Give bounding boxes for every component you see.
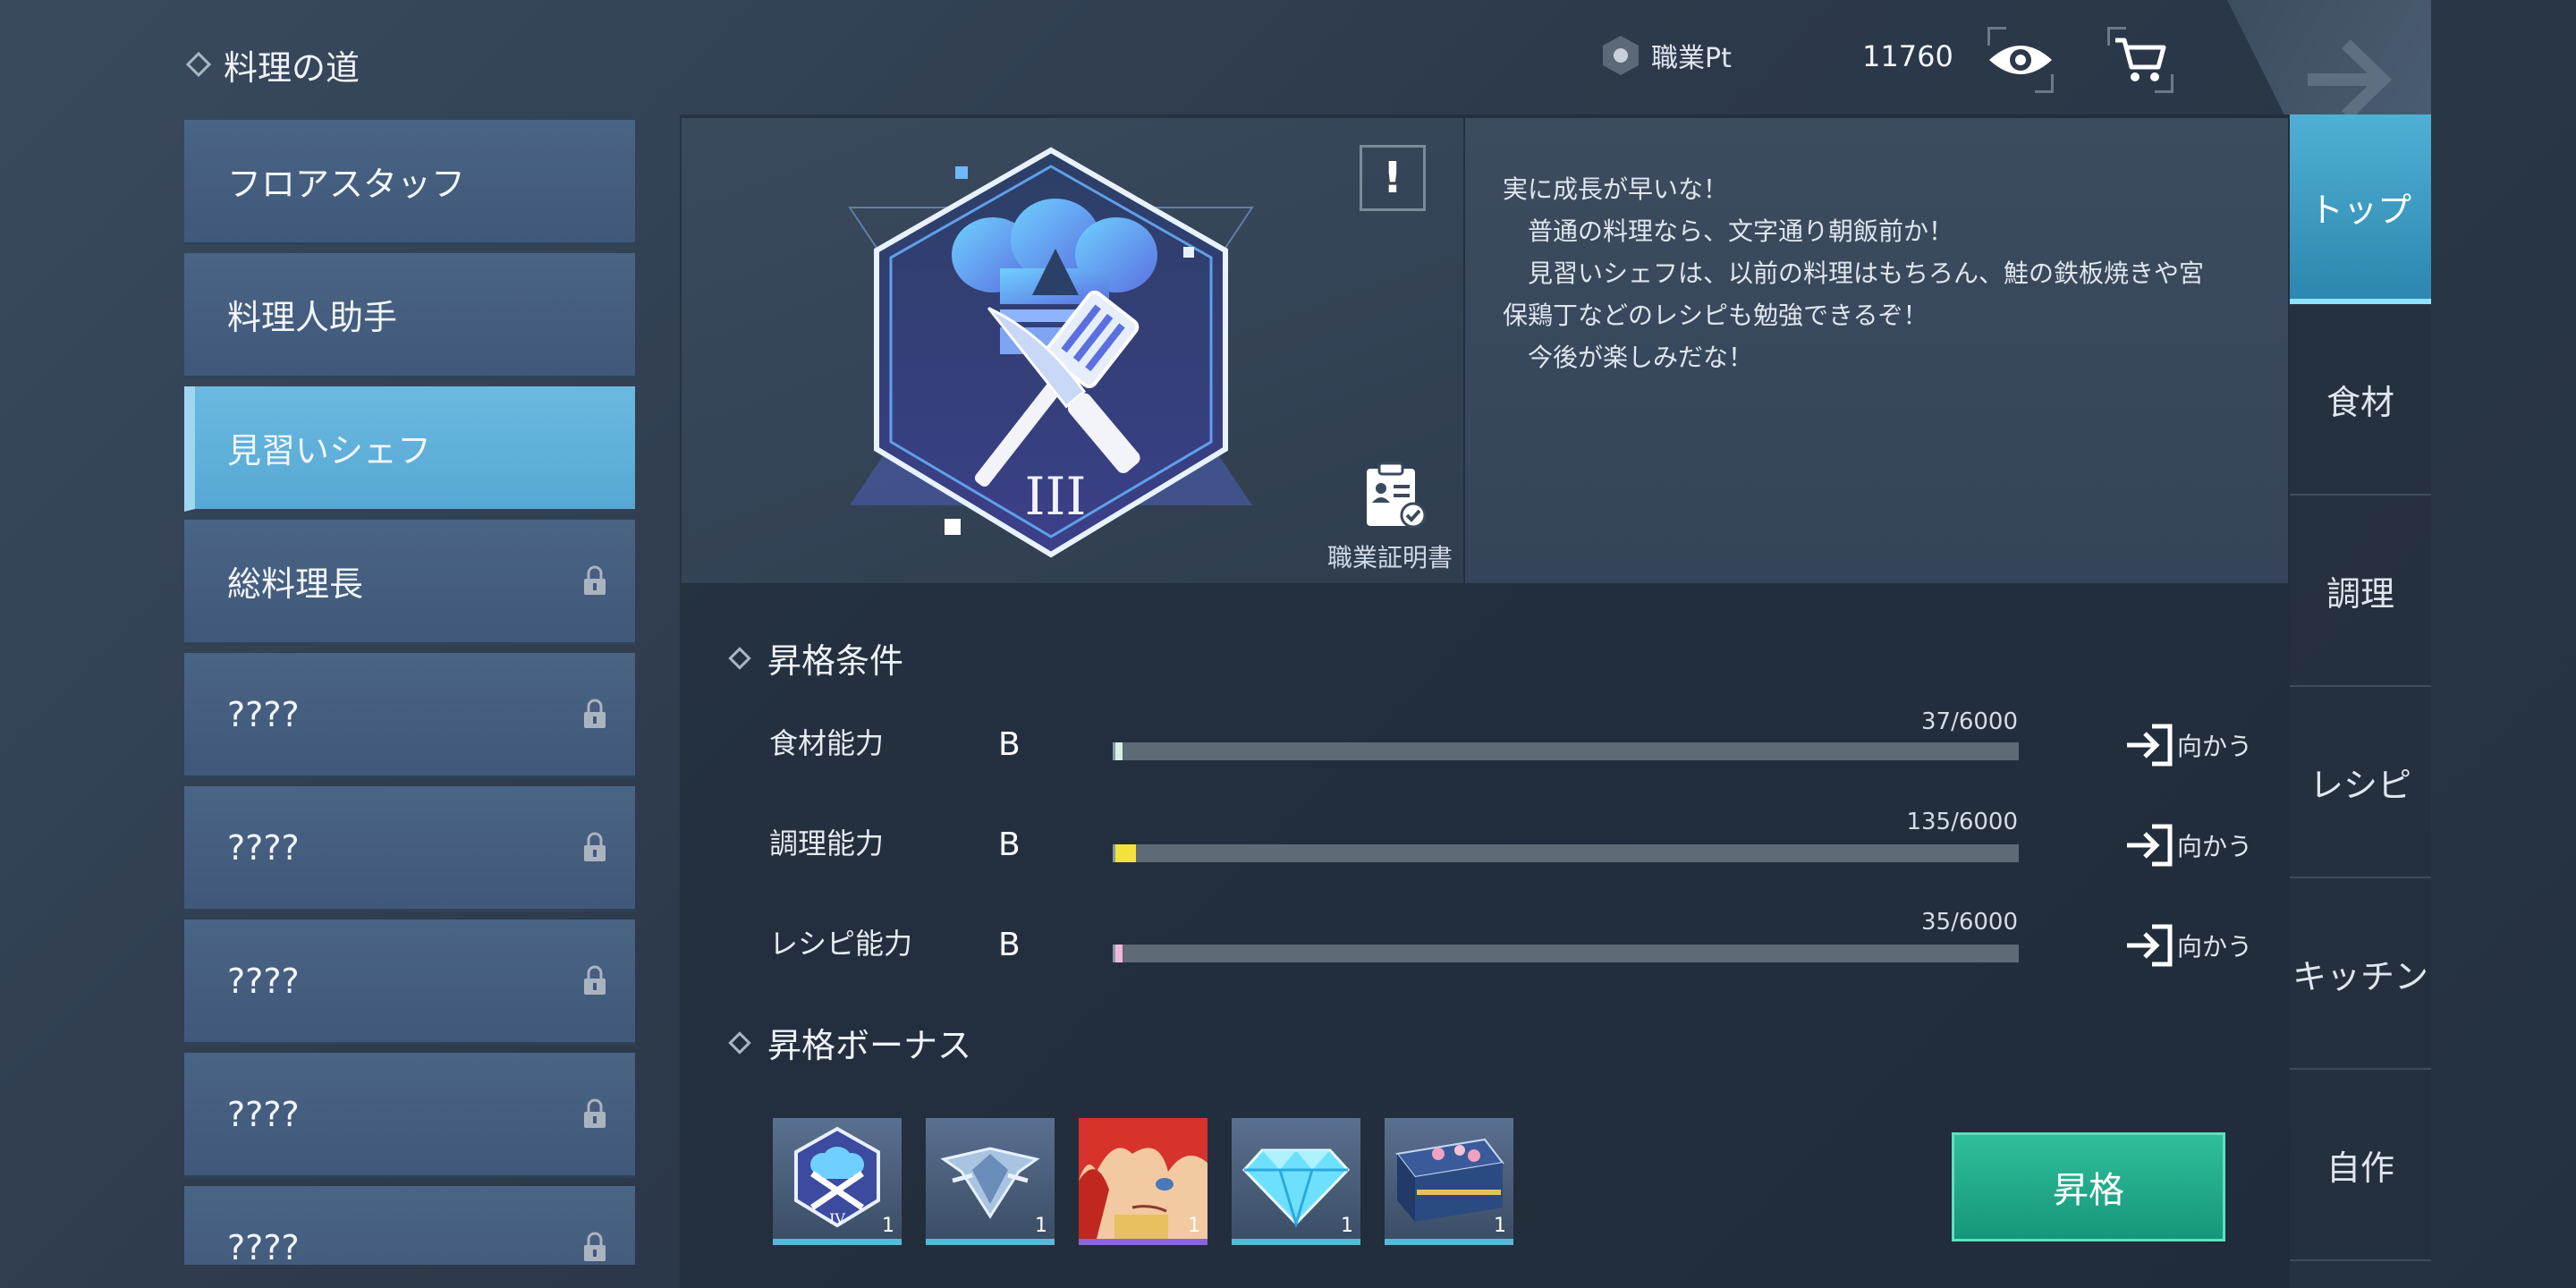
view-button[interactable]	[1987, 27, 2054, 93]
svg-text:IV: IV	[829, 1210, 845, 1227]
stat-progress-bar	[1113, 945, 2019, 962]
tab-top[interactable]: トップ	[2290, 114, 2431, 304]
job-item-locked[interactable]: ????	[184, 919, 635, 1045]
job-item-cook-assistant[interactable]: 料理人助手	[184, 253, 635, 378]
job-item-head-chef[interactable]: 総料理長	[184, 520, 635, 645]
stat-progress-fill	[1115, 844, 1136, 862]
stat-name: レシピ能力	[769, 927, 913, 961]
back-button[interactable]	[2307, 39, 2397, 123]
enter-icon	[2127, 924, 2173, 967]
apprentice-chef-emblem-icon: III	[848, 147, 1254, 558]
tab-recipe[interactable]: レシピ	[2290, 687, 2431, 878]
job-item-floor-staff[interactable]: フロアスタッフ	[184, 120, 635, 245]
page-title: 料理の道	[224, 47, 360, 88]
stat-progress-text: 135/6000	[1906, 809, 2018, 835]
bonus-count: 1	[882, 1215, 894, 1237]
job-item-label: ????	[227, 1227, 300, 1266]
diamond-bullet-icon	[728, 646, 751, 670]
points-display: 職業Pt	[1603, 36, 1732, 75]
bonus-count: 1	[1341, 1215, 1353, 1237]
stat-progress-text: 35/6000	[1920, 909, 2018, 936]
lock-icon	[584, 1232, 606, 1261]
bonus-count: 1	[1494, 1215, 1506, 1237]
job-item-label: ????	[227, 694, 300, 734]
job-item-locked[interactable]: ????	[184, 1186, 635, 1265]
rank-numeral: III	[1025, 466, 1087, 527]
bonus-count: 1	[1035, 1215, 1047, 1237]
diamond-bullet-icon	[185, 51, 212, 78]
lock-icon	[584, 699, 606, 728]
bonus-item[interactable]: 1	[1079, 1118, 1208, 1245]
go-label: 向かう	[2177, 832, 2253, 861]
job-item-label: フロアスタッフ	[227, 165, 466, 204]
lock-icon	[584, 965, 606, 995]
tab-ingredients[interactable]: 食材	[2290, 304, 2431, 496]
bonus-count: 1	[1188, 1215, 1200, 1237]
certificate-icon[interactable]	[1361, 462, 1428, 530]
stat-progress-bar	[1113, 742, 2019, 760]
bonus-item[interactable]: IV 1	[773, 1118, 902, 1245]
go-button[interactable]: 向かう	[2125, 923, 2252, 968]
bonus-title: 昇格ボーナス	[767, 1026, 972, 1065]
lock-icon	[584, 565, 606, 595]
job-item-label: 料理人助手	[227, 298, 398, 337]
enter-icon	[2127, 824, 2173, 867]
eye-icon	[1989, 46, 2052, 74]
job-item-label: ????	[227, 827, 300, 868]
stat-name: 食材能力	[769, 726, 885, 760]
points-value: 11760	[1862, 39, 1953, 73]
job-item-locked[interactable]: ????	[184, 653, 635, 778]
stat-progress-bar	[1113, 844, 2019, 862]
job-item-apprentice-chef[interactable]: 見習いシェフ	[184, 386, 635, 512]
stat-name: 調理能力	[769, 826, 885, 860]
tab-kitchen[interactable]: キッチン	[2290, 878, 2431, 1070]
bonus-item[interactable]: 1	[1385, 1118, 1513, 1245]
info-alert-button[interactable]: !	[1360, 145, 1426, 211]
go-label: 向かう	[2177, 932, 2253, 962]
cart-icon	[2115, 38, 2166, 81]
job-list: フロアスタッフ 料理人助手 見習いシェフ 総料理長 ???? ???? ????…	[184, 120, 635, 1265]
page-header: 料理の道	[185, 39, 360, 89]
job-item-label: ????	[227, 1094, 300, 1134]
job-item-locked[interactable]: ????	[184, 1053, 635, 1178]
job-item-label: 総料理長	[227, 564, 364, 604]
go-label: 向かう	[2177, 732, 2253, 761]
right-tab-bar: トップ 食材 調理 レシピ キッチン 自作	[2290, 114, 2431, 1261]
promote-button[interactable]: 昇格	[1952, 1132, 2225, 1241]
stat-progress-text: 37/6000	[1920, 708, 2018, 735]
bonus-header: 昇格ボーナス	[728, 1018, 972, 1067]
stat-rank: B	[998, 927, 1021, 963]
job-item-locked[interactable]: ????	[184, 786, 635, 911]
enter-icon	[2127, 724, 2173, 767]
tab-cooking[interactable]: 調理	[2290, 496, 2431, 687]
stat-rank: B	[998, 826, 1021, 863]
points-label: 職業Pt	[1651, 43, 1732, 74]
conditions-title: 昇格条件	[767, 641, 904, 681]
job-description: 実に成長が早いな！ 普通の料理なら、文字通り朝飯前か！ 見習いシェフは、以前の料…	[1503, 174, 2205, 372]
diamond-bullet-icon	[728, 1030, 751, 1055]
bonus-item[interactable]: 1	[926, 1118, 1055, 1245]
tab-custom[interactable]: 自作	[2290, 1070, 2431, 1261]
lock-icon	[584, 832, 606, 861]
stat-progress-fill	[1115, 742, 1123, 760]
bonus-item[interactable]: 1	[1232, 1118, 1360, 1245]
arrow-right-icon	[2307, 39, 2393, 120]
go-button[interactable]: 向かう	[2125, 723, 2252, 767]
go-button[interactable]: 向かう	[2125, 823, 2252, 868]
conditions-header: 昇格条件	[728, 633, 904, 682]
stat-progress-fill	[1115, 945, 1123, 962]
job-item-label: 見習いシェフ	[227, 431, 432, 470]
lock-icon	[584, 1098, 606, 1128]
certificate-label: 職業証明書	[1327, 543, 1453, 572]
shop-button[interactable]	[2107, 27, 2174, 93]
job-points-icon	[1603, 36, 1639, 75]
job-item-label: ????	[227, 961, 300, 1001]
stat-rank: B	[998, 726, 1021, 763]
